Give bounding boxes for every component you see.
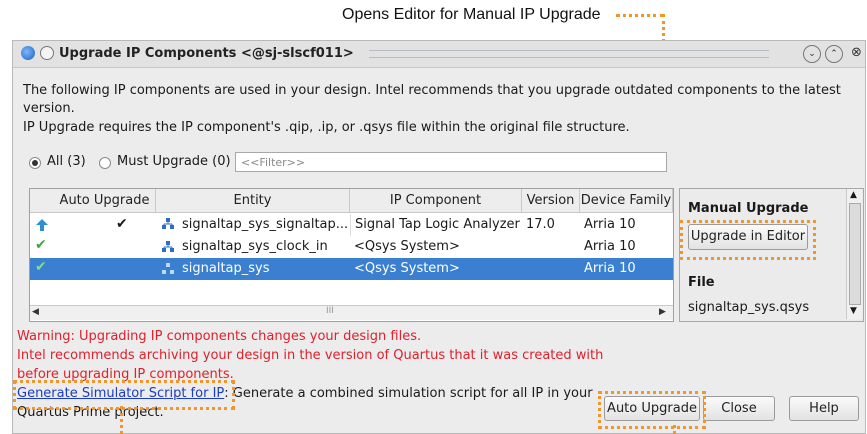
close-button[interactable]: Close	[703, 396, 775, 421]
simulator-description: : Generate a combined simulation script …	[224, 386, 593, 401]
table-row[interactable]: ✔ signaltap_sys_signaltap... Signal Tap …	[30, 214, 673, 236]
ip-components-table: Auto Upgrade Entity IP Component Version…	[29, 188, 674, 322]
warning-line-1: Warning: Upgrading IP components changes…	[17, 329, 422, 344]
highlight-simulator-link	[13, 380, 235, 410]
callout-leader-bottom-left	[120, 406, 123, 434]
window-title: Upgrade IP Components <@sj-slscf011>	[59, 46, 354, 61]
hierarchy-icon	[162, 218, 174, 230]
scroll-down-arrow[interactable]: ▼	[850, 306, 857, 316]
radio-all[interactable]	[29, 157, 41, 169]
version-cell	[522, 236, 580, 258]
family-cell: Arria 10	[584, 261, 636, 276]
table-row[interactable]: ✔ signaltap_sys_clock_in <Qsys System> A…	[30, 236, 673, 258]
close-icon[interactable]: ⊗	[851, 45, 862, 60]
family-cell: Arria 10	[584, 239, 636, 254]
column-header-entity[interactable]: Entity	[156, 189, 350, 213]
column-header-ip-component[interactable]: IP Component	[350, 189, 522, 213]
globe-icon	[21, 46, 35, 60]
upgrade-arrow-icon	[35, 218, 49, 232]
menu-circle-icon[interactable]	[40, 46, 54, 60]
radio-all-label[interactable]: All (3)	[47, 154, 86, 169]
version-cell	[522, 258, 580, 280]
intro-line-3: IP Upgrade requires the IP component's .…	[23, 120, 630, 135]
filter-input[interactable]: <<Filter>>	[235, 152, 667, 172]
minimize-button[interactable]: ⌄	[803, 45, 821, 63]
help-button[interactable]: Help	[789, 396, 859, 421]
callout-label-top: Opens Editor for Manual IP Upgrade	[342, 6, 601, 23]
scroll-left-arrow[interactable]: ◀	[32, 307, 39, 317]
ip-component-cell: <Qsys System>	[354, 261, 460, 276]
ip-component-cell: Signal Tap Logic Analyzer	[350, 214, 522, 236]
side-vertical-scrollbar[interactable]: ▲ ▼	[846, 189, 862, 319]
scroll-up-arrow[interactable]: ▲	[850, 190, 857, 200]
ip-component-cell: <Qsys System>	[354, 239, 460, 254]
manual-upgrade-heading: Manual Upgrade	[688, 201, 809, 216]
auto-upgrade-checkbox[interactable]: ✔	[116, 216, 128, 232]
entity-cell: signaltap_sys_signaltap...	[182, 217, 349, 232]
entity-cell: signaltap_sys	[182, 261, 270, 276]
title-bar-lines	[369, 50, 769, 58]
intro-line-1: The following IP components are used in …	[23, 83, 841, 98]
file-heading: File	[688, 275, 715, 290]
entity-cell: signaltap_sys_clock_in	[182, 239, 328, 254]
column-header-auto-upgrade[interactable]: Auto Upgrade	[30, 189, 156, 213]
callout-leader-bottom-right	[673, 425, 676, 434]
scroll-right-arrow[interactable]: ▶	[659, 307, 666, 317]
column-header-device-family[interactable]: Device Family	[580, 189, 673, 213]
version-cell: 17.0	[526, 217, 555, 232]
highlight-auto-upgrade	[598, 391, 706, 429]
file-name: signaltap_sys.qsys	[688, 300, 810, 315]
highlight-upgrade-in-editor	[680, 220, 816, 260]
scroll-grip[interactable]: III	[326, 306, 334, 316]
hierarchy-icon	[162, 263, 174, 275]
check-icon: ✔	[35, 237, 47, 253]
maximize-button[interactable]: ⌃	[825, 45, 843, 63]
table-row-selected[interactable]: ✔ signaltap_sys <Qsys System> Arria 10	[30, 258, 673, 280]
hierarchy-icon	[162, 241, 174, 253]
horizontal-scrollbar[interactable]: ◀ III ▶	[30, 305, 673, 320]
family-cell: Arria 10	[584, 217, 636, 232]
check-icon: ✔	[35, 259, 47, 275]
warning-line-2: Intel recommends archiving your design i…	[17, 348, 604, 363]
intro-line-2: version.	[23, 101, 75, 116]
callout-leader-horizontal	[616, 14, 664, 17]
column-header-version[interactable]: Version	[522, 189, 580, 213]
title-bar: Upgrade IP Components <@sj-slscf011> ⌄ ⌃…	[13, 41, 865, 68]
radio-must-upgrade[interactable]	[99, 157, 111, 169]
scroll-thumb[interactable]	[849, 203, 861, 305]
radio-must-upgrade-label[interactable]: Must Upgrade (0)	[117, 154, 231, 169]
